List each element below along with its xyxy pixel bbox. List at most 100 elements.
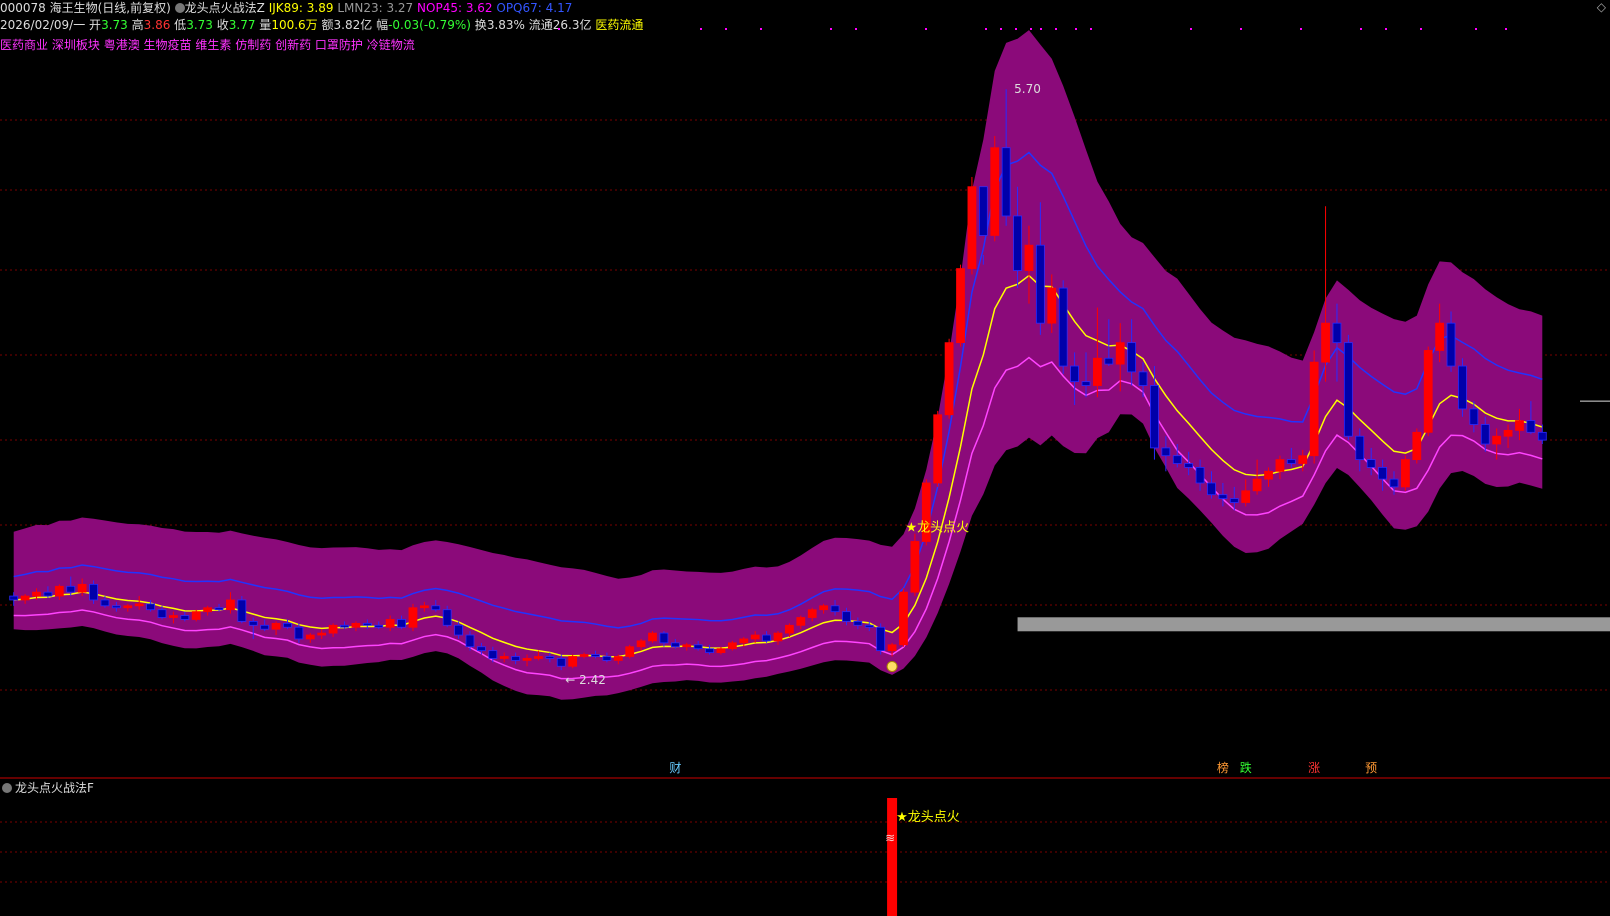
event-dot <box>1015 28 1017 30</box>
candle <box>933 410 943 487</box>
candle-body <box>54 585 64 597</box>
candle-body <box>1127 342 1137 373</box>
event-dot <box>855 28 857 30</box>
candle-body <box>625 646 635 657</box>
candle-body <box>294 626 304 640</box>
money-bag-icon <box>886 660 898 672</box>
candle-body <box>842 611 851 622</box>
candle-body <box>385 619 395 628</box>
candle-body <box>579 654 589 657</box>
candle <box>89 580 98 604</box>
candle <box>1309 350 1319 464</box>
event-dot <box>1000 28 1002 30</box>
sub-signal-label: ★龙头点火 <box>896 810 960 825</box>
candle-body <box>1286 459 1296 464</box>
candle-body <box>397 619 406 628</box>
candle-body <box>180 615 190 620</box>
candle-body <box>1150 385 1159 449</box>
candle-body <box>659 632 669 644</box>
candle-body <box>648 632 657 642</box>
event-dot <box>700 28 702 30</box>
min-price-label: ← 2.42 <box>565 673 606 687</box>
candle-body <box>442 609 452 626</box>
event-dot <box>1090 28 1092 30</box>
candle-body <box>956 268 965 344</box>
candle-body <box>1195 467 1205 484</box>
candle-body <box>317 632 327 636</box>
event-dot <box>1300 28 1302 30</box>
candle-body <box>134 603 144 607</box>
candle-body <box>89 583 98 601</box>
candle-body <box>157 609 167 618</box>
candle-body <box>887 644 897 652</box>
candle-body <box>20 595 30 601</box>
candle-body <box>1104 357 1114 365</box>
candle <box>1458 358 1467 417</box>
candle-body <box>978 186 988 236</box>
candle-body <box>283 622 292 628</box>
candlestick-chart[interactable]: 5.70← 2.42★龙头点火财榜跌涨预 ≋★龙头点火 <box>0 0 1610 916</box>
candle-body <box>876 626 886 652</box>
candle-body <box>591 654 600 657</box>
candle-body <box>807 609 817 618</box>
event-dot <box>1075 28 1077 30</box>
candle <box>1401 455 1410 491</box>
gear-icon[interactable] <box>2 783 12 793</box>
candle-body <box>488 650 498 659</box>
candle-body <box>191 611 201 620</box>
candle-body <box>1389 478 1399 488</box>
candle-body <box>1503 429 1513 437</box>
candle-body <box>568 656 578 667</box>
candle-body <box>762 634 771 642</box>
candle <box>1343 334 1353 441</box>
candle-body <box>248 620 258 626</box>
candle-body <box>1480 424 1490 445</box>
candle-body <box>1412 431 1422 461</box>
candle-body <box>910 541 920 593</box>
candle-body <box>1321 322 1330 363</box>
candle-body <box>499 656 509 659</box>
candle-body <box>305 634 315 640</box>
candle <box>1423 346 1433 437</box>
candle-body <box>534 656 543 659</box>
candle-body <box>1161 447 1171 457</box>
sub-panel-title[interactable]: 龙头点火战法F <box>15 781 94 795</box>
candle-body <box>830 605 840 613</box>
candle-body <box>1537 431 1547 441</box>
candle-body <box>1081 381 1091 386</box>
candle-body <box>260 624 270 630</box>
candle-body <box>43 591 53 597</box>
candle <box>625 644 635 659</box>
candle-body <box>1458 365 1467 410</box>
candle-body <box>214 607 224 611</box>
candle-body <box>169 615 178 618</box>
event-dot <box>725 28 727 30</box>
event-dot <box>1360 28 1362 30</box>
candle <box>1412 428 1422 464</box>
event-dot <box>830 28 832 30</box>
candle-body <box>374 624 384 628</box>
candle-body <box>237 599 247 622</box>
candle-body <box>32 591 41 597</box>
candle-body <box>636 640 646 648</box>
candle-body <box>1275 459 1285 472</box>
candle-body <box>77 583 87 593</box>
candle-body <box>967 186 977 269</box>
candle-body <box>545 656 555 659</box>
signal-label: ★龙头点火 <box>905 520 969 535</box>
candle-body <box>750 634 760 640</box>
candle-body <box>1309 361 1319 457</box>
event-dot <box>985 28 987 30</box>
candle-body <box>1138 371 1148 386</box>
candle-body <box>1093 357 1102 386</box>
candle-body <box>853 620 863 626</box>
candle-body <box>693 644 703 650</box>
candle-body <box>66 585 76 593</box>
candle-body <box>556 658 566 667</box>
event-tag: 涨 <box>1308 760 1320 775</box>
event-dot <box>1190 28 1192 30</box>
candle-body <box>1013 215 1022 271</box>
candle-body <box>362 622 372 626</box>
candle-body <box>1115 342 1125 365</box>
candle-body <box>100 599 110 607</box>
